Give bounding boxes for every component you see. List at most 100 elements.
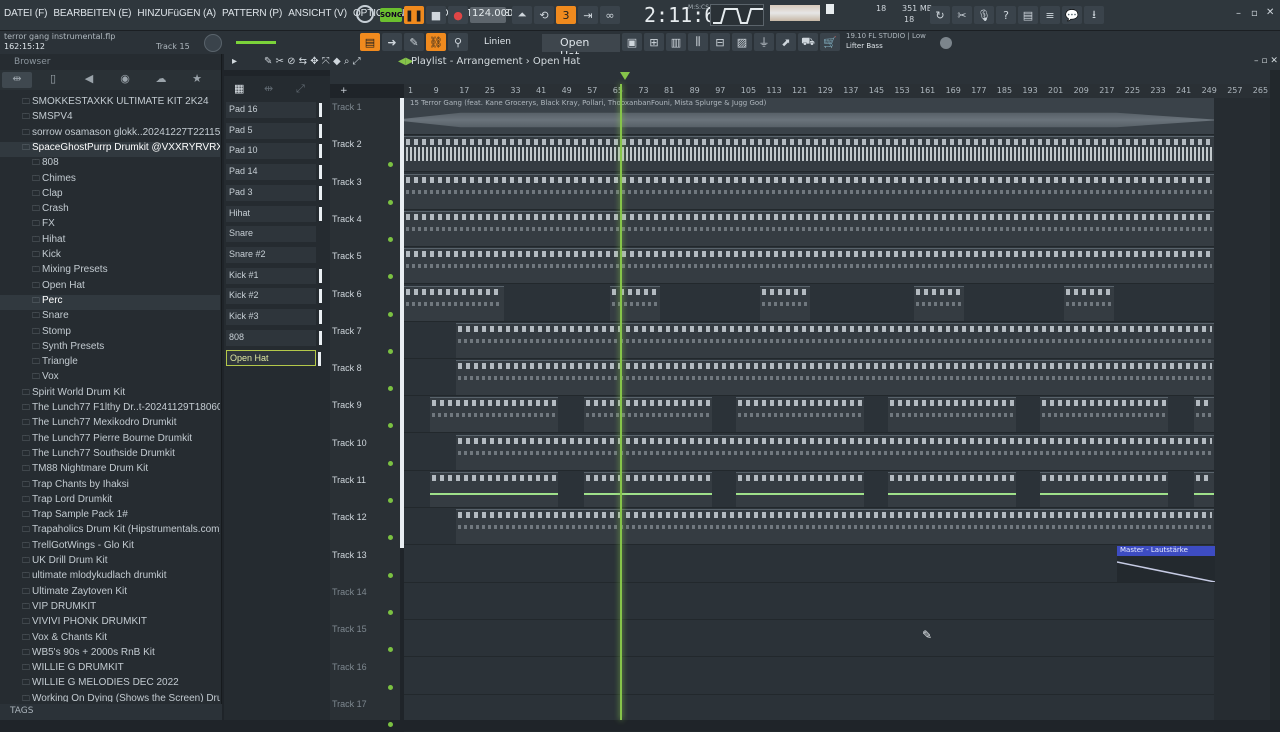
channel-item[interactable]: Kick #1 xyxy=(226,267,322,284)
mixer-faders-icon[interactable]: ⫼ xyxy=(688,33,708,51)
menu-item[interactable]: PATTERN (P) xyxy=(222,8,282,19)
pattern-clip[interactable] xyxy=(736,397,864,433)
browser-tab-all-icon[interactable]: ⇹ xyxy=(2,72,32,88)
browser-folder[interactable]: 🗀 The Lunch77 Southside Drumkit xyxy=(0,448,220,463)
track-label[interactable]: Track 2 xyxy=(332,139,362,149)
browser-folder[interactable]: 🗀 VIP DRUMKIT xyxy=(0,601,220,616)
pattern-clip[interactable] xyxy=(430,397,558,433)
browser-folder[interactable]: 🗀 Crash xyxy=(0,203,220,218)
browser-folder[interactable]: 🗀 Perc xyxy=(0,294,220,311)
track-label[interactable]: Track 3 xyxy=(332,177,362,187)
browser-folder[interactable]: 🗀 Trap Chants by Ihaksi xyxy=(0,479,220,494)
picker-automation-icon[interactable]: ⤢ xyxy=(296,82,305,96)
patcher-icon[interactable]: ⬈ xyxy=(776,33,796,51)
track-enable-led[interactable] xyxy=(388,199,393,205)
browser-tab-favorites-icon[interactable]: ★ xyxy=(182,72,212,88)
track-label[interactable]: Track 6 xyxy=(332,289,362,299)
browser-folder[interactable]: 🗀 Spirit World Drum Kit xyxy=(0,387,220,402)
browser-folder[interactable]: 🗀 Triangle xyxy=(0,356,220,371)
pattern-clip[interactable] xyxy=(610,285,660,321)
browser-folder[interactable]: 🗀 Clap xyxy=(0,188,220,203)
playlist-tools-icon[interactable]: ✎ ✂ ⊘ ⇆ ✥ ⤧ ◆ ⌕ ⤢ xyxy=(264,56,361,67)
tempo-tap-icon[interactable]: ⛟ xyxy=(798,33,818,51)
track-label[interactable]: Track 12 xyxy=(332,512,367,522)
channel-item[interactable]: 808 xyxy=(226,329,322,346)
tempo-display[interactable]: 124.000 xyxy=(470,7,513,23)
channel-rack-icon[interactable]: ⊟ xyxy=(710,33,730,51)
pattern-clip[interactable] xyxy=(584,397,712,433)
track-enable-led[interactable] xyxy=(388,498,393,503)
channel-item[interactable]: Open Hat xyxy=(226,350,321,367)
pattern-clip[interactable] xyxy=(456,322,1214,358)
link-icon[interactable]: ⛓ xyxy=(426,33,446,51)
mixer-icon[interactable]: ✂ xyxy=(952,6,972,24)
track-enable-led[interactable] xyxy=(388,162,393,168)
master-volume-slider[interactable] xyxy=(236,41,276,44)
pattern-clip[interactable] xyxy=(404,248,1214,284)
blend-notes-icon[interactable]: ∞ xyxy=(600,6,620,24)
browser-folder[interactable]: 🗀 Vox & Chants Kit xyxy=(0,632,220,647)
browser-folder[interactable]: 🗀 Snare xyxy=(0,310,220,325)
channel-item[interactable]: Kick #3 xyxy=(226,309,322,325)
stamp-icon[interactable]: ⚲ xyxy=(448,33,468,51)
browser-folder[interactable]: 🗀 808 xyxy=(0,157,220,172)
pattern-clip[interactable] xyxy=(404,136,1214,172)
browser-folder[interactable]: 🗀 The Lunch77 F1lthy Dr..t-20241129T18060… xyxy=(0,402,220,417)
pattern-clip[interactable] xyxy=(760,285,810,321)
refresh-icon[interactable] xyxy=(356,5,374,23)
track-lane[interactable] xyxy=(404,695,1214,732)
maximize-icon[interactable]: ▫ xyxy=(1251,8,1258,19)
help-icon[interactable]: ? xyxy=(996,6,1016,24)
channel-item[interactable]: Hihat xyxy=(226,205,322,222)
track-label[interactable]: Track 5 xyxy=(332,251,362,261)
track-label[interactable]: Track 7 xyxy=(332,326,362,336)
pattern-clip[interactable] xyxy=(1194,397,1214,433)
pattern-clip[interactable] xyxy=(404,285,504,321)
track-enable-led[interactable] xyxy=(388,684,393,690)
browser-folder[interactable]: 🗀 SMSPV4 xyxy=(0,111,220,126)
track-enable-led[interactable] xyxy=(388,721,393,727)
track-enable-led[interactable] xyxy=(388,348,393,354)
track-label[interactable]: Track 11 xyxy=(332,475,366,485)
pattern-clip[interactable] xyxy=(736,472,864,507)
channel-item[interactable]: Snare xyxy=(226,226,316,243)
arrow-right-icon[interactable]: ➜ xyxy=(382,33,402,51)
menu-item[interactable]: ANSICHT (V) xyxy=(288,8,347,19)
picker-patterns-icon[interactable]: ▦ xyxy=(234,82,244,95)
track-label[interactable]: Track 9 xyxy=(332,400,362,410)
pattern-clip[interactable] xyxy=(1040,397,1168,433)
countdown-icon[interactable]: 3 xyxy=(556,6,576,24)
browser-folder[interactable]: 🗀 WB5's 90s + 2000s RnB Kit xyxy=(0,647,220,662)
browser-folder[interactable]: 🗀 Synth Presets xyxy=(0,341,220,356)
channel-item[interactable]: Snare #2 xyxy=(226,246,316,263)
browser-folder[interactable]: 🗀 Trap Lord Drumkit xyxy=(0,494,220,509)
pattern-clip[interactable] xyxy=(456,360,1214,396)
add-track-icon[interactable]: + xyxy=(340,86,348,96)
playhead[interactable] xyxy=(620,84,622,720)
track-enable-led[interactable] xyxy=(388,236,393,242)
channel-item[interactable]: Pad 16 xyxy=(226,102,322,118)
minimize-icon[interactable]: – xyxy=(1236,8,1241,19)
browser-folder[interactable]: 🗀 TrellGotWings - Glo Kit xyxy=(0,540,220,555)
track-label[interactable]: Track 16 xyxy=(332,662,367,672)
track-label[interactable]: Track 13 xyxy=(332,550,367,560)
track-lane[interactable] xyxy=(404,620,1214,658)
track-lane[interactable] xyxy=(404,583,1214,620)
pattern-clip[interactable] xyxy=(1064,285,1114,321)
browser-folder[interactable]: 🗀 The Lunch77 Pierre Bourne Drumkit xyxy=(0,433,220,448)
browser-folder[interactable]: 🗀 TM88 Nightmare Drum Kit xyxy=(0,463,220,478)
browser-folder[interactable]: 🗀 Vox xyxy=(0,371,220,386)
browser-folder[interactable]: 🗀 Trapaholics Drum Kit (Hipstrumentals.co… xyxy=(0,524,220,539)
pattern-clip[interactable] xyxy=(404,210,1214,246)
stop-button[interactable]: ■ xyxy=(426,6,446,24)
track-enable-led[interactable] xyxy=(388,647,393,653)
browser-tab-files-icon[interactable]: ▯ xyxy=(38,72,68,88)
browser-folder[interactable]: 🗀 VIVIVI PHONK DRUMKIT xyxy=(0,616,220,631)
browser-folder[interactable]: 🗀 The Lunch77 Mexikodro Drumkit xyxy=(0,417,220,432)
track-enable-led[interactable] xyxy=(388,572,393,578)
pattern-clip[interactable] xyxy=(1040,472,1168,507)
browser-folder[interactable]: 🗀 ultimate mlodykudlach drumkit xyxy=(0,570,220,585)
snap-selector[interactable]: Linien xyxy=(476,35,532,51)
pattern-clip[interactable] xyxy=(404,173,1214,209)
track-label[interactable]: Track 14 xyxy=(332,587,367,597)
